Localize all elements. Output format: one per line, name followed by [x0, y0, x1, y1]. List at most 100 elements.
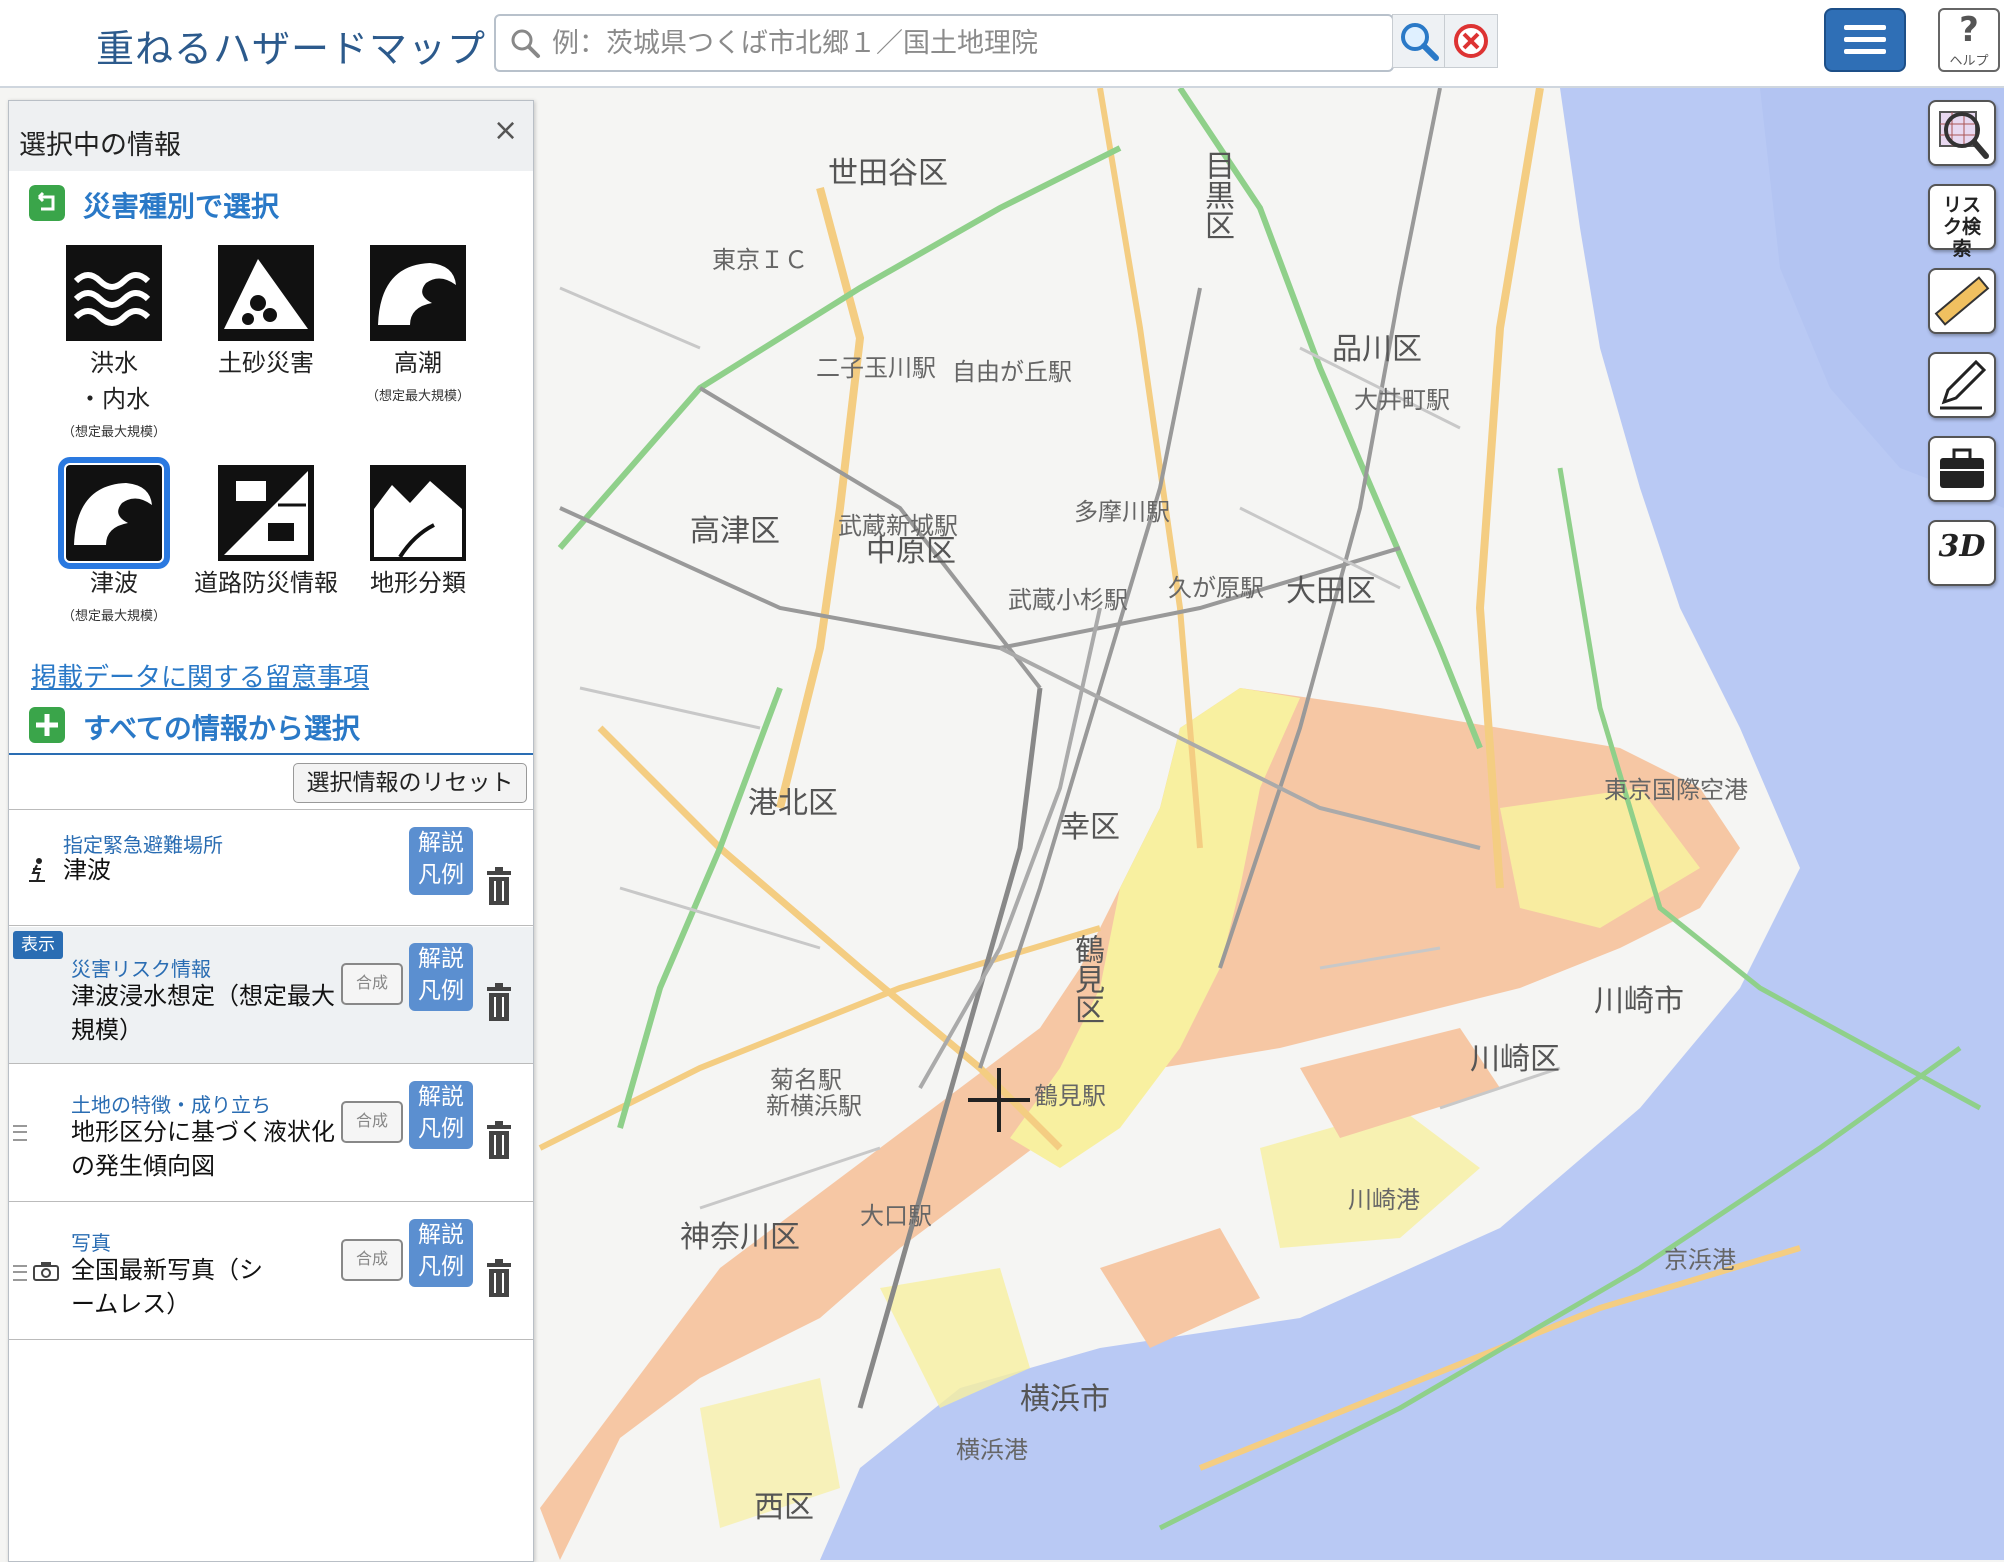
- data-notice-link[interactable]: 掲載データに関する留意事項: [31, 657, 369, 694]
- map-label: 武蔵新城駅: [838, 512, 958, 540]
- merge-button[interactable]: 合成: [341, 1101, 403, 1143]
- close-circle-icon: [1454, 24, 1488, 58]
- legend-button[interactable]: 解説 凡例: [409, 1219, 473, 1287]
- map-label: 鶴見区: [1069, 934, 1104, 1024]
- legend-button[interactable]: 解説 凡例: [409, 943, 473, 1011]
- map-label: 大田区: [1286, 574, 1376, 609]
- storm-surge-icon: [370, 245, 466, 341]
- layer-item-evacuation[interactable]: 指定緊急避難場所 津波 解説 凡例: [9, 811, 533, 926]
- hazard-name: 高潮: [394, 349, 442, 377]
- clear-search-button[interactable]: [1444, 14, 1498, 68]
- layer-name: 津波浸水想定（想定最大規模）: [71, 982, 335, 1044]
- tsunami-icon: [58, 457, 170, 569]
- briefcase-icon: [1940, 448, 1984, 488]
- map-label: 大井町駅: [1354, 386, 1450, 414]
- map-label: 多摩川駅: [1074, 498, 1170, 526]
- question-icon: ?: [1959, 10, 1979, 50]
- 3d-view-button[interactable]: 3D: [1928, 520, 1996, 586]
- hazard-name-2: ・内水: [78, 385, 150, 413]
- layer-category: 災害リスク情報: [71, 957, 211, 981]
- map-label: 二子玉川駅: [816, 354, 936, 382]
- drag-handle-icon[interactable]: [13, 1265, 27, 1281]
- panel-header: 選択中の情報 ×: [9, 101, 533, 171]
- draw-tool-button[interactable]: [1928, 352, 1996, 418]
- map-label: 港北区: [748, 786, 838, 821]
- hazard-name: 土砂災害: [218, 349, 314, 377]
- selected-info-panel: 選択中の情報 × 災害種別で選択 洪水 ・内水 （想定最大規模） 土砂災害 高潮…: [8, 100, 534, 1562]
- reset-divider: [9, 809, 533, 810]
- trash-icon[interactable]: [483, 1121, 515, 1161]
- map-label: 川崎市: [1594, 984, 1684, 1019]
- trash-icon[interactable]: [483, 867, 515, 907]
- map-label: 久が原駅: [1168, 574, 1264, 602]
- map-label: 高津区: [690, 514, 780, 549]
- grid-magnifier-icon: [1939, 111, 1989, 159]
- road-disaster-icon: [218, 465, 314, 561]
- hazard-terrain[interactable]: 地形分類: [343, 465, 493, 601]
- risk-search-label: リスク検索: [1942, 194, 1981, 260]
- hamburger-icon: [1844, 25, 1886, 30]
- select-all-info-title[interactable]: すべての情報から選択: [83, 707, 360, 747]
- map-label: 自由が丘駅: [952, 358, 1072, 386]
- terrain-icon: [370, 465, 466, 561]
- map-label: 京浜港: [1664, 1246, 1736, 1274]
- map-label: 大口駅: [860, 1202, 932, 1230]
- layer-item-liquefaction[interactable]: 土地の特徴・成り立ち 地形区分に基づく液状化の発生傾向図 合成 解説 凡例: [9, 1065, 533, 1202]
- panel-close-button[interactable]: ×: [493, 113, 518, 148]
- help-button[interactable]: ? ヘルプ: [1938, 8, 2000, 72]
- reset-selection-button[interactable]: 選択情報のリセット: [293, 763, 527, 803]
- status-badge: 表示: [13, 931, 63, 959]
- hazard-name: 津波: [90, 569, 138, 597]
- map-label: 横浜港: [956, 1436, 1028, 1464]
- merge-button[interactable]: 合成: [341, 963, 403, 1005]
- flood-icon: [66, 245, 162, 341]
- panel-title: 選択中の情報: [19, 130, 181, 161]
- legend-button[interactable]: 解説 凡例: [409, 1081, 473, 1149]
- ruler-icon: [1934, 276, 1990, 326]
- legend-button[interactable]: 解説 凡例: [409, 827, 473, 895]
- map-label: 西区: [754, 1490, 814, 1525]
- map-label: 川崎区: [1470, 1042, 1560, 1077]
- 3d-label: 3D: [1938, 529, 1986, 564]
- layer-item-photo[interactable]: 写真 全国最新写真（シームレス） 合成 解説 凡例: [9, 1203, 533, 1340]
- layer-category: 土地の特徴・成り立ち: [71, 1093, 271, 1117]
- search-box: [494, 14, 1394, 72]
- hazard-note: （想定最大規模）: [61, 609, 166, 624]
- help-label: ヘルプ: [1949, 54, 1989, 69]
- hazard-landslide[interactable]: 土砂災害: [191, 245, 341, 381]
- search-icon: [511, 29, 540, 58]
- trash-icon[interactable]: [483, 983, 515, 1023]
- hazard-flood[interactable]: 洪水 ・内水 （想定最大規模）: [39, 245, 189, 440]
- map-zoom-tool-button[interactable]: [1928, 100, 1996, 166]
- map-label: 川崎港: [1348, 1186, 1420, 1214]
- hazard-road-info[interactable]: 道路防災情報: [191, 465, 341, 601]
- pencil-icon: [1940, 359, 1987, 410]
- merge-button[interactable]: 合成: [341, 1239, 403, 1281]
- camera-icon: [33, 1262, 59, 1281]
- layer-item-tsunami-inundation[interactable]: 表示 災害リスク情報 津波浸水想定（想定最大規模） 合成 解説 凡例: [9, 927, 533, 1064]
- magnifier-icon: [1401, 23, 1439, 61]
- map-label: 鶴見駅: [1034, 1082, 1106, 1110]
- hazard-name: 道路防災情報: [194, 569, 338, 597]
- measure-tool-button[interactable]: [1928, 268, 1996, 334]
- app-header: 重ねるハザードマップ ? ヘルプ: [0, 0, 2004, 88]
- hazard-tsunami[interactable]: 津波 （想定最大規模）: [39, 457, 189, 624]
- hazard-storm-surge[interactable]: 高潮 （想定最大規模）: [343, 245, 493, 404]
- select-by-type-title[interactable]: 災害種別で選択: [83, 185, 279, 225]
- map-label: 品川区: [1332, 332, 1422, 367]
- map-label: 世田谷区: [828, 156, 948, 191]
- hazard-name: 洪水: [90, 349, 138, 377]
- map-label: 武蔵小杉駅: [1008, 586, 1128, 614]
- risk-search-button[interactable]: リスク検索: [1928, 184, 1996, 260]
- drag-handle-icon[interactable]: [13, 1125, 27, 1141]
- hazard-note: （想定最大規模）: [61, 425, 166, 440]
- hazard-note: （想定最大規模）: [365, 389, 470, 404]
- search-input[interactable]: [550, 22, 1374, 64]
- search-button[interactable]: [1392, 14, 1446, 68]
- layer-name: 地形区分に基づく液状化の発生傾向図: [71, 1118, 335, 1180]
- menu-button[interactable]: [1824, 8, 1906, 72]
- app-title[interactable]: 重ねるハザードマップ: [96, 18, 486, 73]
- trash-icon[interactable]: [483, 1259, 515, 1299]
- toolbox-button[interactable]: [1928, 436, 1996, 502]
- map-label: 菊名駅: [770, 1066, 842, 1094]
